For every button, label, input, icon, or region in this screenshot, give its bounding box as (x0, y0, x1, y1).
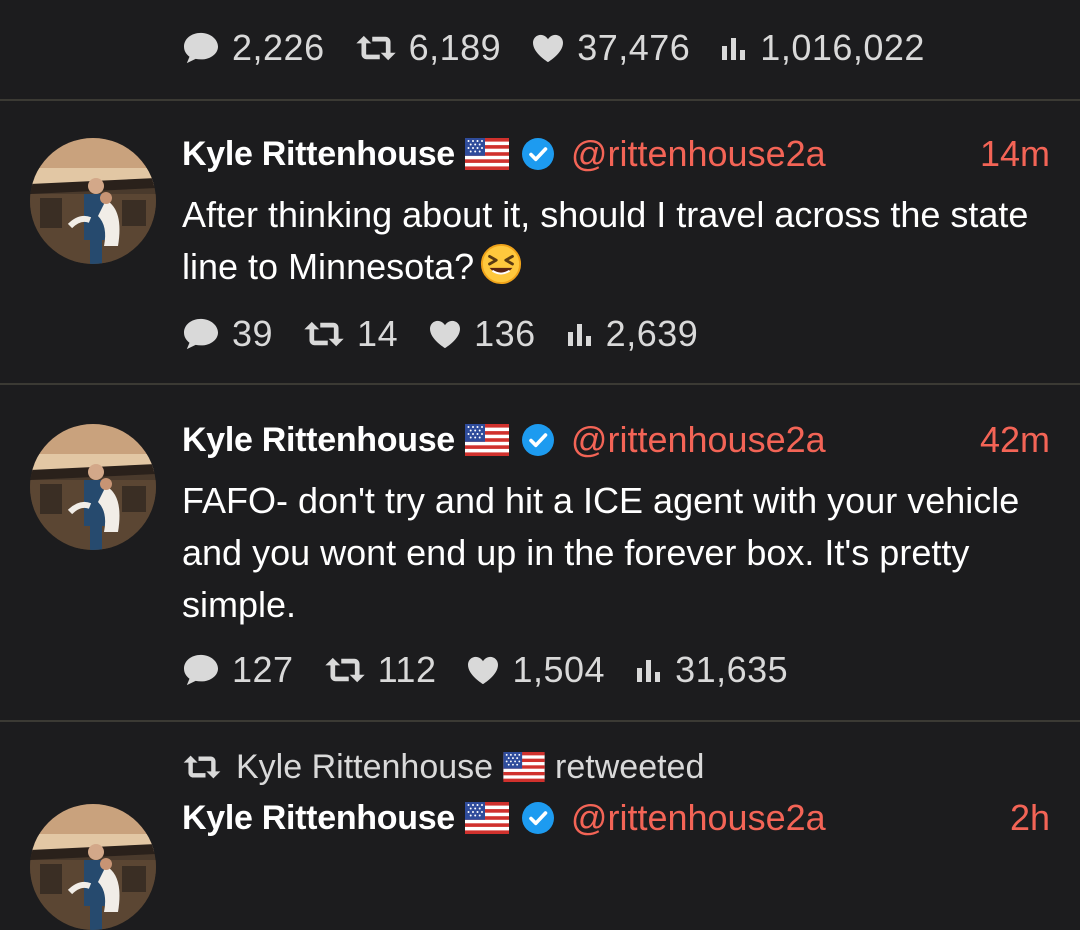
verified-badge-icon (521, 137, 555, 171)
us-flag-icon (503, 752, 545, 782)
avatar[interactable] (30, 424, 156, 550)
retweet-icon (303, 319, 345, 349)
reply-action[interactable]: 2,226 (182, 27, 325, 69)
avatar[interactable] (30, 138, 156, 264)
tweet-actions: 39 14 136 2,639 (182, 312, 728, 356)
tweet-header: Kyle Rittenhouse @rittenhouse2a 14m (182, 132, 1050, 176)
us-flag-icon (465, 802, 509, 834)
retweet-icon (324, 655, 366, 685)
reply-action[interactable]: 127 (182, 649, 294, 691)
avatar-image (30, 804, 156, 930)
retweet-count: 6,189 (408, 27, 502, 68)
tweet-text: FAFO- don't try and hit a ICE agent with… (182, 480, 1020, 625)
verified-badge-icon (521, 423, 555, 457)
views-count: 31,635 (675, 649, 789, 690)
reply-count: 2,226 (232, 27, 325, 68)
reply-icon (182, 31, 220, 65)
views-count: 1,016,022 (760, 27, 925, 68)
views-icon (566, 320, 594, 348)
like-count: 37,476 (577, 27, 691, 68)
author-handle[interactable]: @rittenhouse2a (571, 133, 826, 175)
views-icon (635, 656, 663, 684)
author-handle[interactable]: @rittenhouse2a (571, 797, 826, 839)
retweeter-name: Kyle Rittenhouse (236, 747, 494, 786)
author-handle[interactable]: @rittenhouse2a (571, 419, 826, 461)
reply-icon (182, 653, 220, 687)
grinning-squinting-face-icon (480, 243, 522, 285)
heart-icon (531, 33, 565, 63)
top-tweet-actions: 2,226 6,189 37,476 1,016,022 (182, 26, 955, 70)
retweet-banner[interactable]: Kyle Rittenhouse retweeted (182, 745, 704, 789)
divider (0, 720, 1080, 722)
views-action[interactable]: 1,016,022 (720, 27, 925, 69)
retweet-action[interactable]: 14 (303, 313, 398, 355)
tweet-actions: 127 112 1,504 31,635 (182, 648, 818, 692)
author-name[interactable]: Kyle Rittenhouse (182, 799, 455, 838)
author-name[interactable]: Kyle Rittenhouse (182, 135, 455, 174)
tweet-header: Kyle Rittenhouse @rittenhouse2a 42m (182, 418, 1050, 462)
avatar[interactable] (30, 804, 156, 930)
divider (0, 99, 1080, 101)
like-count: 136 (474, 313, 536, 354)
us-flag-icon (465, 424, 509, 456)
like-action[interactable]: 136 (428, 313, 536, 355)
like-action[interactable]: 1,504 (466, 649, 605, 691)
retweet-action[interactable]: 6,189 (355, 27, 502, 69)
reply-icon (182, 317, 220, 351)
avatar-image (30, 424, 156, 550)
avatar-image (30, 138, 156, 264)
views-action[interactable]: 2,639 (566, 313, 699, 355)
tweet-time[interactable]: 42m (980, 419, 1050, 461)
retweet-icon (355, 33, 397, 63)
like-count: 1,504 (512, 649, 606, 690)
reply-action[interactable]: 39 (182, 313, 273, 355)
heart-icon (466, 655, 500, 685)
divider (0, 383, 1080, 385)
retweet-icon (182, 753, 222, 781)
tweet-text: After thinking about it, should I travel… (182, 189, 1042, 293)
tweet-time[interactable]: 14m (980, 133, 1050, 175)
reply-count: 39 (232, 313, 274, 354)
retweeted-label: retweeted (555, 747, 705, 786)
us-flag-icon (465, 138, 509, 170)
like-action[interactable]: 37,476 (531, 27, 690, 69)
tweet-text-content: After thinking about it, should I travel… (182, 194, 1029, 287)
author-name[interactable]: Kyle Rittenhouse (182, 421, 455, 460)
views-count: 2,639 (605, 313, 699, 354)
views-action[interactable]: 31,635 (635, 649, 788, 691)
verified-badge-icon (521, 801, 555, 835)
views-icon (720, 34, 748, 62)
heart-icon (428, 319, 462, 349)
tweet-time[interactable]: 2h (1010, 797, 1050, 839)
retweet-action[interactable]: 112 (324, 649, 437, 691)
retweet-count: 112 (377, 649, 437, 690)
reply-count: 127 (232, 649, 294, 690)
retweet-count: 14 (357, 313, 399, 354)
tweet-header: Kyle Rittenhouse @rittenhouse2a 2h (182, 796, 1050, 840)
